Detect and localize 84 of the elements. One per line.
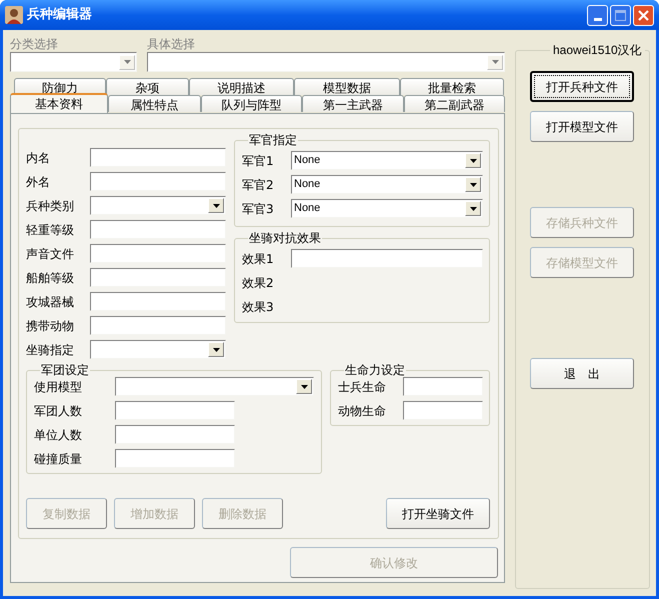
text-field[interactable]: [403, 377, 483, 396]
caret-icon: [212, 348, 220, 352]
tab[interactable]: 杂项: [106, 78, 189, 95]
dropdown[interactable]: [10, 52, 137, 72]
field-label: 军官2: [242, 176, 275, 194]
button: 确认修改: [290, 547, 498, 578]
field-label: 使用模型: [34, 378, 83, 396]
text-field[interactable]: [90, 172, 226, 191]
tab[interactable]: 第二副武器: [404, 95, 505, 112]
button[interactable]: 打开兵种文件: [530, 71, 634, 102]
field-label: 内名: [26, 150, 51, 166]
tab[interactable]: 模型数据: [294, 78, 400, 95]
tab[interactable]: 基本资料: [10, 93, 108, 113]
close-icon: [638, 10, 649, 20]
tab[interactable]: 队列与阵型: [201, 95, 302, 112]
close-button[interactable]: [633, 4, 654, 26]
caret-icon: [492, 60, 498, 64]
maximize-button[interactable]: [610, 4, 631, 26]
maximize-icon: [615, 10, 626, 20]
text-field[interactable]: [115, 401, 235, 420]
field-label: 分类选择: [10, 36, 59, 52]
text-field[interactable]: [115, 425, 235, 444]
group-title: haowei1510汉化: [552, 43, 643, 57]
tab[interactable]: 说明描述: [189, 78, 294, 95]
caret-icon: [470, 182, 476, 186]
tab[interactable]: 第一主武器: [302, 95, 404, 112]
text-field[interactable]: [90, 316, 226, 335]
field-label: 军官1: [242, 152, 275, 170]
button: 增加数据: [114, 498, 195, 529]
button: 删除数据: [202, 498, 283, 529]
field-label: 攻城器械: [26, 294, 75, 310]
field-label: 携带动物: [26, 318, 75, 334]
dropdown[interactable]: None: [291, 151, 483, 170]
dropdown[interactable]: None: [291, 199, 483, 218]
field-label: 声音文件: [26, 246, 75, 262]
button: 存储兵种文件: [530, 207, 634, 238]
field-label: 兵种类别: [26, 198, 75, 214]
caret-icon: [470, 206, 476, 210]
field-label: 轻重等级: [26, 222, 75, 238]
dropdown[interactable]: None: [291, 175, 483, 194]
button: 复制数据: [26, 498, 107, 529]
text-field[interactable]: [115, 449, 235, 468]
field-label: 士兵生命: [338, 378, 387, 396]
field-label: 军官3: [242, 200, 275, 218]
button[interactable]: 打开模型文件: [530, 111, 634, 142]
minimize-button[interactable]: [587, 4, 608, 26]
field-label: 军团人数: [34, 402, 83, 420]
group-title: 军团设定: [40, 363, 90, 377]
field-label: 具体选择: [147, 36, 196, 52]
field-label: 碰撞质量: [34, 450, 83, 468]
dropdown[interactable]: [147, 52, 505, 72]
button[interactable]: 退 出: [530, 358, 634, 389]
dropdown[interactable]: [90, 340, 226, 359]
text-field[interactable]: [90, 220, 226, 239]
group-title: 军官指定: [248, 133, 298, 147]
caret-icon: [124, 60, 130, 64]
field-label: 船舶等级: [26, 270, 75, 286]
text-field[interactable]: [90, 148, 226, 167]
text-field[interactable]: [90, 244, 226, 263]
tab[interactable]: 属性特点: [108, 95, 201, 112]
avatar-icon: [5, 6, 23, 24]
text-field[interactable]: [291, 249, 483, 268]
minimize-icon: [594, 18, 602, 20]
caret-icon: [300, 384, 308, 388]
field-label: 效果1: [242, 250, 275, 268]
field-label: 效果2: [242, 274, 275, 292]
tab[interactable]: 批量检索: [400, 78, 504, 95]
field-label: 效果3: [242, 298, 275, 316]
button: 存储模型文件: [530, 247, 634, 278]
text-field[interactable]: [90, 268, 226, 287]
field-label: 坐骑指定: [26, 342, 75, 358]
dropdown[interactable]: [115, 377, 314, 396]
group-title: 生命力设定: [344, 363, 406, 377]
window-title: 兵种编辑器: [27, 6, 93, 24]
field-label: 动物生命: [338, 402, 387, 420]
text-field[interactable]: [90, 292, 226, 311]
button[interactable]: 打开坐骑文件: [386, 498, 490, 529]
dropdown[interactable]: [90, 196, 226, 215]
group-title: 坐骑对抗效果: [248, 231, 322, 245]
field-label: 单位人数: [34, 426, 83, 444]
caret-icon: [212, 204, 220, 208]
caret-icon: [470, 158, 476, 162]
field-label: 外名: [26, 174, 51, 190]
text-field[interactable]: [403, 401, 483, 420]
